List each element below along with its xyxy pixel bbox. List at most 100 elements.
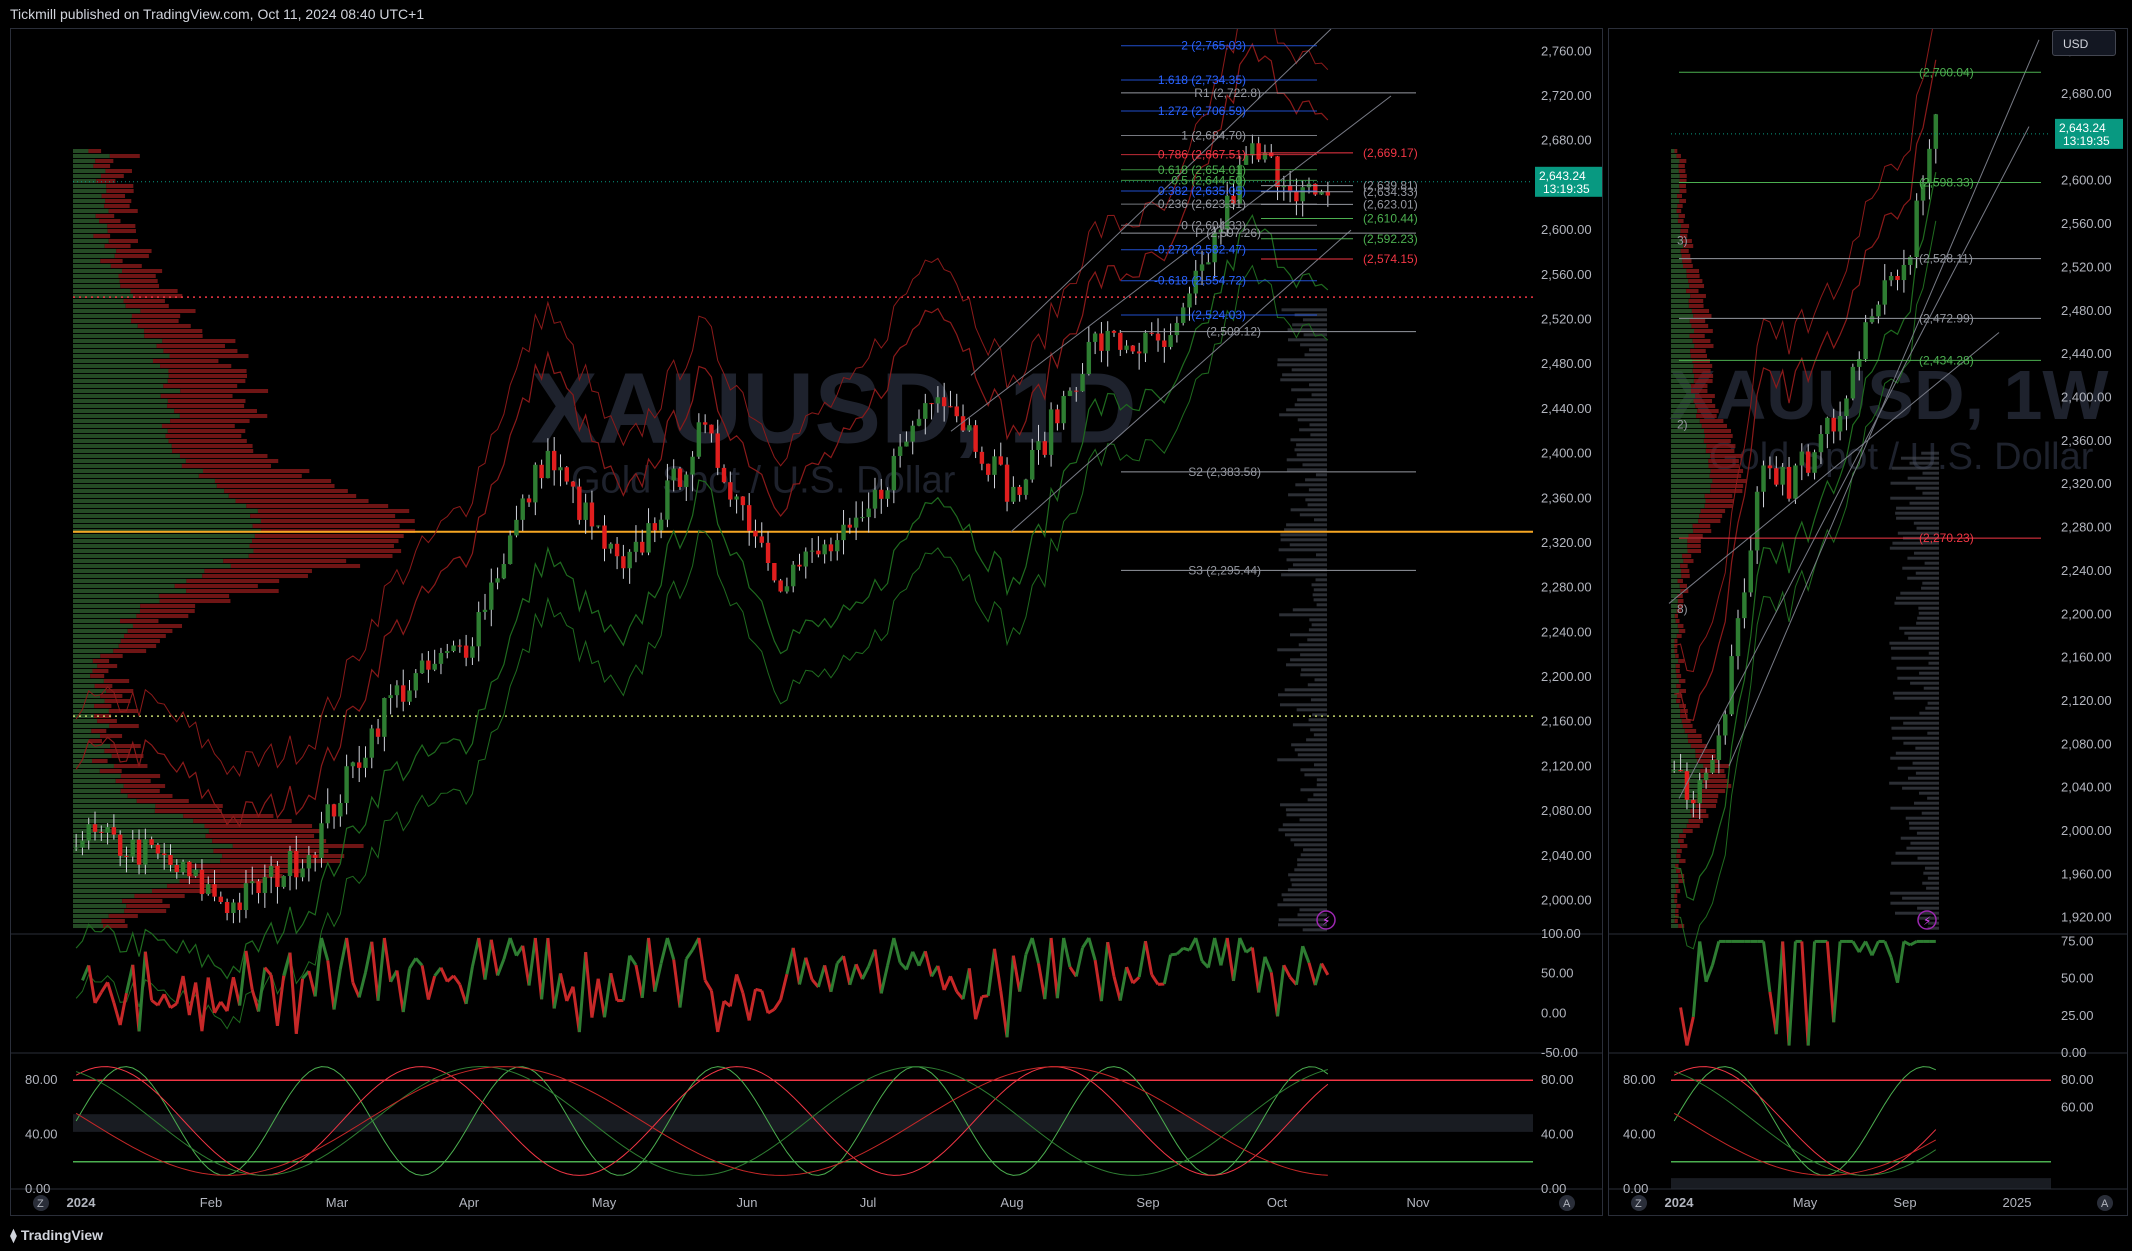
volume-profile-up-bar (1671, 899, 1675, 903)
candle-body (564, 467, 569, 482)
volume-profile-up-bar (1671, 659, 1679, 663)
level-label: (2,434.28) (1919, 353, 1974, 367)
session-volume-bar (1923, 686, 1939, 690)
volume-profile-down-bar (165, 434, 242, 438)
volume-profile-up-bar (73, 574, 203, 578)
session-volume-bar (1307, 798, 1327, 802)
rsi-segment (596, 978, 606, 1018)
candle-body (753, 530, 758, 537)
brand-text: TradingView (20, 1227, 104, 1243)
rsi-segment (1125, 966, 1135, 984)
volume-profile-up-bar (73, 599, 160, 603)
daily-chart-svg[interactable]: XAUUSD, 1DGold Spot / U.S. Dollar2,760.0… (11, 29, 1603, 1216)
volume-profile-down-bar (132, 624, 183, 628)
weekly-chart-panel[interactable]: XAUUSD, 1WGold Spot / U.S. Dollar2,720.0… (1608, 28, 2128, 1216)
y-axis-tick-label: 2,360.00 (2061, 433, 2112, 448)
volume-profile-down-bar (179, 414, 268, 418)
weekly-chart-svg[interactable]: XAUUSD, 1WGold Spot / U.S. Dollar2,720.0… (1609, 29, 2128, 1216)
volume-profile-down-bar (1678, 214, 1685, 218)
volume-profile-down-bar (144, 329, 203, 333)
volume-profile-down-bar (88, 149, 102, 153)
volume-profile-up-bar (73, 524, 253, 528)
volume-profile-down-bar (1676, 849, 1682, 853)
volume-profile-up-bar (1671, 189, 1680, 193)
volume-profile-up-bar (1671, 169, 1679, 173)
volume-profile-down-bar (1699, 514, 1723, 518)
volume-profile-down-bar (198, 474, 302, 478)
rsi-segment (621, 955, 632, 1001)
session-volume-bar (1311, 623, 1327, 627)
session-volume-bar (1896, 516, 1939, 520)
session-volume-bar (1280, 538, 1327, 542)
candle-body (539, 464, 544, 479)
volume-profile-down-bar (122, 269, 163, 273)
session-volume-bar (1890, 756, 1939, 760)
candle-body (1036, 441, 1041, 450)
volume-profile-down-bar (160, 394, 233, 398)
session-volume-bar (1894, 696, 1939, 700)
y-axis-tick-label: 2,520.00 (2061, 259, 2112, 274)
candle-body (596, 525, 601, 527)
rsi-axis-label: 100.00 (1541, 926, 1581, 941)
volume-profile-up-bar (1671, 609, 1677, 613)
candle-body (1850, 366, 1856, 399)
volume-profile-down-bar (1688, 739, 1703, 743)
session-volume-bar (1926, 886, 1939, 890)
volume-profile-down-bar (1709, 454, 1742, 458)
session-volume-bar (1299, 513, 1327, 517)
candle-body (1882, 280, 1887, 305)
volume-profile-down-bar (140, 604, 196, 608)
candle-body (419, 660, 425, 674)
rsi-segment (735, 973, 745, 994)
session-volume-bar (1922, 581, 1939, 585)
volume-profile-up-bar (1671, 484, 1711, 488)
candle-body (325, 804, 330, 824)
y-axis-tick-label: 2,200.00 (1541, 669, 1592, 684)
y-axis-tick-label: 2,320.00 (1541, 535, 1592, 550)
volume-profile-up-bar (73, 789, 121, 793)
volume-profile-down-bar (1680, 564, 1688, 568)
candle-body (847, 524, 853, 528)
volume-profile-down-bar (154, 809, 222, 813)
volume-profile-up-bar (1671, 319, 1690, 323)
candle-body (841, 524, 846, 541)
session-volume-bar (1286, 468, 1327, 472)
candle-body (1130, 345, 1136, 352)
rsi-segment (1099, 941, 1110, 1002)
session-volume-bar (1285, 808, 1327, 812)
session-volume-bar (1305, 498, 1327, 502)
session-volume-bar (1313, 793, 1327, 797)
volume-profile-down-bar (162, 339, 236, 343)
session-volume-bar (1928, 661, 1939, 665)
countdown-timer: 13:19:35 (1543, 182, 1590, 196)
session-volume-bar (1300, 653, 1327, 657)
volume-profile-down-bar (118, 274, 156, 278)
candle-body (1124, 345, 1129, 350)
rsi-segment (1062, 937, 1072, 968)
session-volume-bar (1889, 641, 1939, 645)
volume-profile-up-bar (73, 569, 205, 573)
session-volume-bar (1308, 628, 1327, 632)
rsi-segment (1787, 941, 1797, 1046)
session-volume-bar (1295, 483, 1327, 487)
volume-profile-down-bar (174, 409, 257, 413)
candle-body (356, 762, 362, 768)
volume-profile-down-bar (252, 539, 399, 543)
volume-profile-down-bar (1690, 294, 1706, 298)
y-axis-tick-label: 2,240.00 (2061, 563, 2112, 578)
candle-body (545, 450, 551, 479)
candle-body (759, 536, 764, 543)
candle-body (256, 881, 261, 893)
volume-profile-down-bar (1693, 314, 1712, 318)
volume-profile-down-bar (204, 824, 313, 828)
session-volume-bar (1315, 473, 1327, 477)
rsi-segment (477, 937, 487, 980)
daily-chart-panel[interactable]: XAUUSD, 1D Gold Spot / U.S. Dollar 2,760.0… (10, 28, 1603, 1216)
volume-profile-up-bar (73, 864, 192, 868)
volume-profile-up-bar (1671, 709, 1681, 713)
currency-button[interactable]: USD (2052, 30, 2116, 56)
session-volume-bar (1281, 308, 1327, 312)
volume-profile-down-bar (124, 634, 166, 638)
volume-profile-down-bar (99, 734, 123, 738)
volume-profile-down-bar (130, 289, 178, 293)
